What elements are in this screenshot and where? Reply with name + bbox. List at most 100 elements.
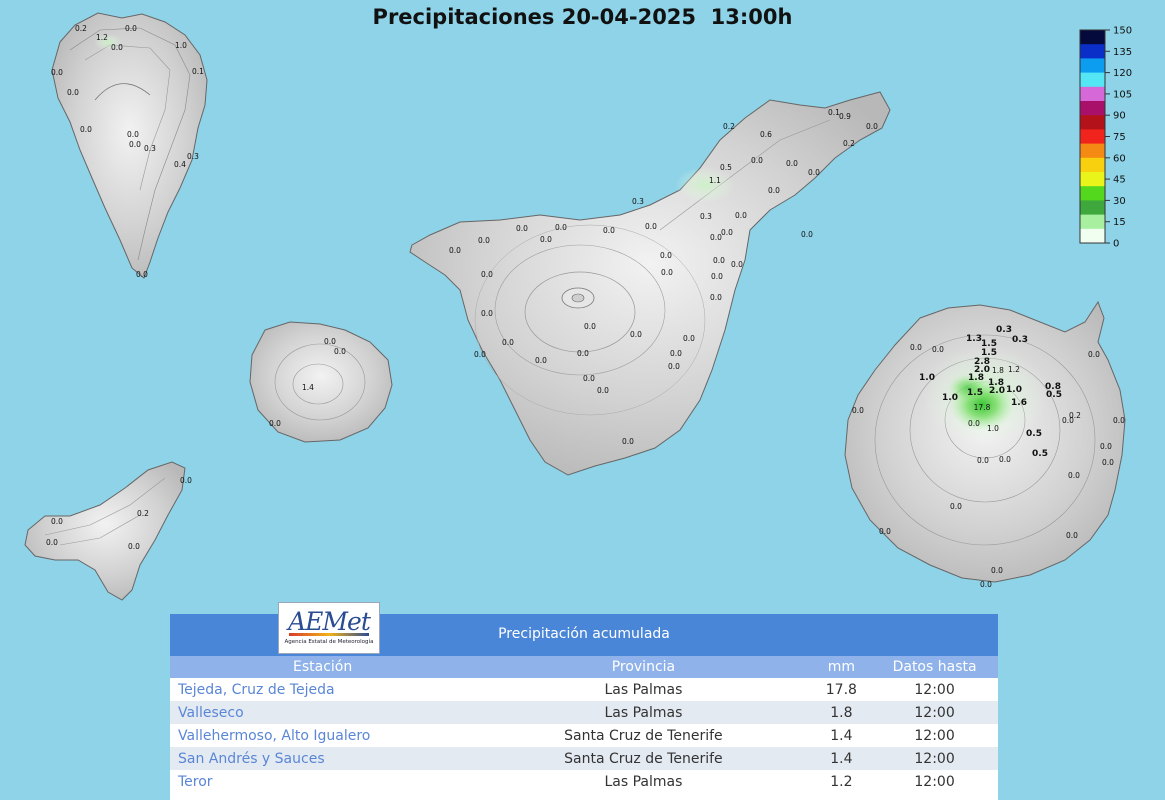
station-value-label: 0.0 [603,226,615,235]
station-value-label: 0.0 [710,293,722,302]
station-value-label: 0.0 [502,338,514,347]
legend-color-swatch [1080,200,1105,216]
station-value-label: 0.0 [751,156,763,165]
mm-cell: 1.2 [811,770,872,793]
legend-tick-label: 30 [1113,196,1126,207]
station-value-label: 0.0 [180,476,192,485]
station-value-label: 1.2 [1008,365,1020,374]
station-value-label: 0.0 [1100,442,1112,451]
station-value-label: 1.0 [919,373,935,383]
station-value-label: 0.0 [710,233,722,242]
station-value-label: 0.3 [700,212,712,221]
station-value-label: 0.0 [630,330,642,339]
legend-color-swatch [1080,214,1105,230]
legend-tick-label: 0 [1113,239,1119,250]
station-value-label: 0.0 [670,349,682,358]
table-row: Teror Las Palmas 1.2 12:00 [170,770,998,793]
precipitation-color-legend: 1501351201059075604530150 [1079,26,1132,250]
station-value-label: 0.2 [723,122,735,131]
station-value-label: 0.0 [713,256,725,265]
legend-color-swatch [1080,157,1105,173]
legend-color-swatch [1080,186,1105,201]
station-link[interactable]: San Andrés y Sauces [170,747,476,770]
legend-color-swatch [1080,172,1105,187]
station-value-label: 1.6 [1011,398,1027,408]
station-value-label: 1.1 [709,176,721,185]
legend-color-swatch [1080,86,1105,102]
station-value-label: 1.0 [175,41,187,50]
legend-color-swatch [1080,44,1105,59]
station-value-label: 0.1 [192,67,204,76]
station-value-label: 0.0 [127,130,139,139]
station-value-label: 0.0 [128,542,140,551]
legend-tick-label: 90 [1113,111,1126,122]
province-cell: Las Palmas [475,770,812,793]
station-link[interactable]: Teror [170,770,476,793]
station-value-label: 0.0 [991,566,1003,575]
station-value-label: 0.0 [711,272,723,281]
legend-tick-label: 15 [1113,217,1126,228]
data-until-cell: 12:00 [871,701,998,724]
station-value-label: 0.0 [334,347,346,356]
station-value-label: 1.8 [992,366,1004,375]
station-value-label: 0.0 [731,260,743,269]
station-value-label: 0.0 [622,437,634,446]
station-value-label: 0.0 [540,235,552,244]
station-link[interactable]: Valleseco [170,701,476,724]
station-value-label: 0.0 [1113,416,1125,425]
station-link[interactable]: Vallehermoso, Alto Igualero [170,724,476,747]
station-value-label: 0.0 [80,125,92,134]
data-until-cell: 12:00 [871,724,998,747]
station-value-label: 0.0 [950,502,962,511]
column-header-station: Estación [170,656,476,678]
station-value-label: 0.0 [1068,471,1080,480]
station-value-label: 0.0 [1102,458,1114,467]
station-value-label: 0.0 [852,406,864,415]
station-value-label: 0.2 [843,139,855,148]
table-row: San Andrés y Sauces Santa Cruz de Teneri… [170,747,998,770]
station-value-label: 0.0 [735,211,747,220]
station-value-label: 0.0 [910,343,922,352]
station-value-label: 0.0 [768,186,780,195]
station-value-label: 1.3 [966,334,982,344]
station-value-label: 0.9 [839,112,851,121]
table-row: Vallehermoso, Alto Igualero Santa Cruz d… [170,724,998,747]
legend-tick-label: 60 [1113,153,1126,164]
legend-color-swatch [1080,101,1105,116]
station-value-label: 0.0 [660,251,672,260]
station-value-label: 0.0 [111,43,123,52]
station-value-label: 0.0 [1066,531,1078,540]
station-value-label: 0.0 [481,270,493,279]
station-value-label: 0.3 [996,325,1012,335]
station-link[interactable]: Tejeda, Cruz de Tejeda [170,678,476,701]
station-value-label: 0.0 [577,349,589,358]
column-header-data-until: Datos hasta [871,656,998,678]
station-value-label: 2.0 [989,386,1005,396]
mm-cell: 1.4 [811,747,872,770]
precipitation-table-panel: AEMet Agencia Estatal de Meteorología Pr… [170,602,998,800]
station-value-label: 1.0 [987,424,999,433]
station-value-label: 0.0 [866,122,878,131]
province-cell: Las Palmas [475,678,812,701]
table-row: Valleseco Las Palmas 1.8 12:00 [170,701,998,724]
station-value-label: 1.0 [942,393,958,403]
legend-color-swatch [1080,143,1105,159]
station-value-label: 0.3 [144,144,156,153]
station-value-label: 0.0 [999,455,1011,464]
station-value-label: 0.0 [583,374,595,383]
station-value-label: 0.0 [721,228,733,237]
station-value-label: 0.0 [129,140,141,149]
station-value-label: 0.0 [977,456,989,465]
legend-color-swatch [1080,58,1105,74]
panel-header: AEMet Agencia Estatal de Meteorología Pr… [170,602,998,656]
data-until-cell: 12:00 [871,678,998,701]
station-value-label: 0.0 [481,309,493,318]
legend-color-swatch [1080,228,1105,244]
legend-tick-label: 45 [1113,175,1126,186]
station-value-label: 0.0 [324,337,336,346]
station-value-label: 0.0 [474,350,486,359]
legend-tick-label: 75 [1113,132,1126,143]
station-value-label: 0.2 [137,509,149,518]
station-value-label: 0.0 [808,168,820,177]
station-value-label: 1.4 [302,383,314,392]
